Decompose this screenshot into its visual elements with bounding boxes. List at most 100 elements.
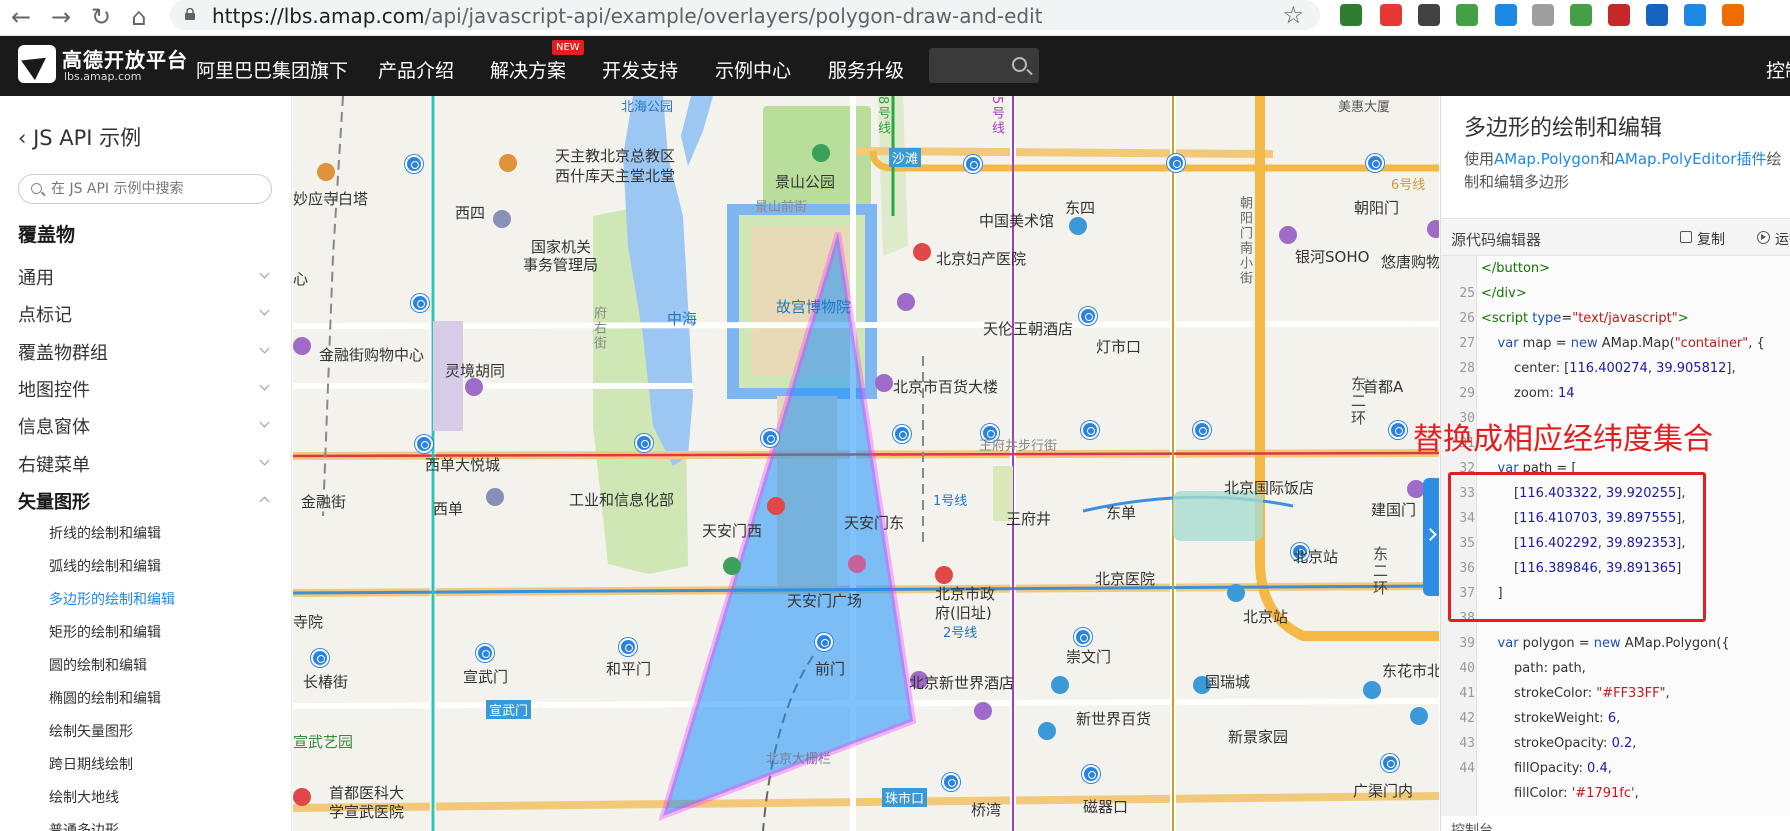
metro-station-icon [1167, 154, 1185, 172]
sidebar-search-input[interactable] [51, 179, 261, 199]
back-arrow-icon[interactable]: ← [6, 2, 36, 32]
polyeditor-link[interactable]: AMap.PolyEditor插件 [1615, 150, 1767, 168]
search-icon[interactable] [1012, 57, 1027, 72]
category-label: 矢量图形 [18, 492, 90, 513]
sidebar-subitem[interactable]: 普通多边形 [49, 820, 119, 831]
map-label: 中国美术馆 [979, 212, 1055, 230]
map-label: 金融街 [301, 493, 347, 511]
nav-solutions[interactable]: 解决方案 [490, 56, 566, 83]
nav-upgrade[interactable]: 服务升级 [828, 56, 904, 83]
sidebar-category[interactable]: 覆盖物群组 [18, 339, 270, 365]
browser-extension-icon[interactable] [1646, 4, 1668, 26]
map-label: 中海 [667, 310, 698, 328]
amap-logo-icon[interactable] [18, 45, 56, 83]
code-token: strokeOpacity: [1481, 736, 1612, 751]
code-token: 0.4 [1587, 761, 1608, 776]
copy-button[interactable]: 复制 [1697, 229, 1725, 249]
browser-extension-icon[interactable] [1340, 4, 1362, 26]
browser-extension-icon[interactable] [1722, 4, 1744, 26]
code-panel: 多边形的绘制和编辑 使用AMap.Polygon和AMap.PolyEditor… [1440, 96, 1790, 831]
nav-dev-support[interactable]: 开发支持 [602, 56, 678, 83]
panel-collapse-button[interactable] [1423, 478, 1439, 596]
code-token: "#FF33FF" [1596, 686, 1666, 701]
code-line: var polygon = new AMap.Polygon({ [1481, 636, 1730, 651]
browser-extension-icon[interactable] [1380, 4, 1402, 26]
amap-polygon-link[interactable]: AMap.Polygon [1494, 150, 1600, 168]
map-label: 美惠大厦 [1338, 100, 1391, 115]
sidebar-subitem[interactable]: 折线的绘制和编辑 [49, 523, 161, 543]
sidebar-subitem[interactable]: 绘制大地线 [49, 787, 119, 807]
code-token: new [1593, 636, 1621, 651]
line-number: 39 [1459, 636, 1475, 651]
sidebar-search [18, 174, 272, 204]
line-number: 29 [1459, 386, 1475, 401]
poi-icon [499, 154, 517, 172]
map-label: 天伦王朝酒店 [983, 320, 1074, 338]
metro-station-icon [405, 155, 423, 173]
sidebar-subitem[interactable]: 矩形的绘制和编辑 [49, 622, 161, 642]
line-number: 26 [1459, 311, 1475, 326]
chevron-left-icon: ‹ [18, 126, 34, 150]
sidebar-category[interactable]: 地图控件 [18, 376, 270, 402]
map-canvas[interactable]: 北海公园 天主教北京总教区 西什库天主堂北堂 景山公园 景山前街 沙滩 中国美术… [293, 96, 1439, 831]
browser-extension-icon[interactable] [1532, 4, 1554, 26]
browser-extension-icon[interactable] [1418, 4, 1440, 26]
line-number: 41 [1459, 686, 1475, 701]
code-token: , [1647, 361, 1657, 376]
home-icon[interactable]: ⌂ [124, 2, 154, 32]
sidebar-subitem[interactable]: 多边形的绘制和编辑 [49, 589, 175, 609]
landmark-icon [848, 555, 866, 573]
code-token: , [1616, 711, 1621, 726]
map-label: 西单 [433, 500, 464, 518]
hospital-icon [913, 243, 931, 261]
forward-arrow-icon[interactable]: → [46, 2, 76, 32]
sidebar-subitem[interactable]: 圆的绘制和编辑 [49, 655, 147, 675]
nav-console[interactable]: 控制台 [1766, 56, 1790, 83]
console-tab[interactable]: 控制台 [1451, 820, 1493, 831]
address-bar[interactable]: https://lbs.amap.com/api/javascript-api/… [170, 0, 1320, 30]
header-search[interactable] [929, 48, 1039, 83]
sidebar-subitem[interactable]: 绘制矢量图形 [49, 721, 133, 741]
copy-icon[interactable] [1680, 231, 1692, 243]
browser-extension-icon[interactable] [1608, 4, 1630, 26]
code-token: = [1561, 311, 1573, 326]
bookmark-star-icon[interactable]: ☆ [1282, 1, 1304, 29]
poi-icon [1363, 681, 1381, 699]
sidebar-category[interactable]: 通用 [18, 264, 270, 290]
sidebar-category[interactable]: 信息窗体 [18, 413, 270, 439]
browser-extension-icon[interactable] [1456, 4, 1478, 26]
sidebar-subitem[interactable]: 跨日期线绘制 [49, 754, 133, 774]
logo-title[interactable]: 高德开放平台 [62, 44, 188, 73]
sidebar-subitem[interactable]: 弧线的绘制和编辑 [49, 556, 161, 576]
sidebar-category[interactable]: 点标记 [18, 301, 270, 327]
poi-icon [493, 210, 511, 228]
code-token: var [1497, 636, 1519, 651]
map-label: 朝阳门 [1354, 199, 1400, 217]
code-token: center: [ [1481, 361, 1570, 376]
sidebar-category[interactable]: 右键菜单 [18, 451, 270, 477]
code-line: strokeOpacity: 0.2, [1481, 736, 1636, 751]
nav-alibaba[interactable]: 阿里巴巴集团旗下 [196, 56, 348, 83]
browser-extension-icon[interactable] [1495, 4, 1517, 26]
code-token: map = [1518, 336, 1571, 351]
nav-examples[interactable]: 示例中心 [715, 56, 791, 83]
map-label: 学宣武医院 [329, 803, 405, 821]
nav-products[interactable]: 产品介绍 [378, 56, 454, 83]
code-token: strokeColor: [1481, 686, 1597, 701]
sidebar-category[interactable]: 矢量图形 [18, 488, 270, 514]
browser-extension-icon[interactable] [1570, 4, 1592, 26]
code-token: , [1665, 686, 1670, 701]
reload-icon[interactable]: ↻ [86, 2, 116, 32]
map-label: 5号线 [989, 96, 1004, 137]
back-to-examples[interactable]: ‹ JS API 示例 [18, 122, 141, 152]
map-label: 景山公园 [775, 173, 836, 191]
map-label: 天安门东 [844, 514, 905, 532]
sidebar-subitem[interactable]: 椭圆的绘制和编辑 [49, 688, 161, 708]
map-label: 府右街 [591, 306, 606, 351]
chevron-down-icon [259, 417, 270, 428]
run-button[interactable]: 运行 [1775, 229, 1790, 249]
map-label: 天主教北京总教区 [555, 147, 676, 165]
run-icon[interactable] [1757, 231, 1770, 244]
browser-extension-icon[interactable] [1684, 4, 1706, 26]
map-label: 建国门 [1371, 501, 1417, 519]
